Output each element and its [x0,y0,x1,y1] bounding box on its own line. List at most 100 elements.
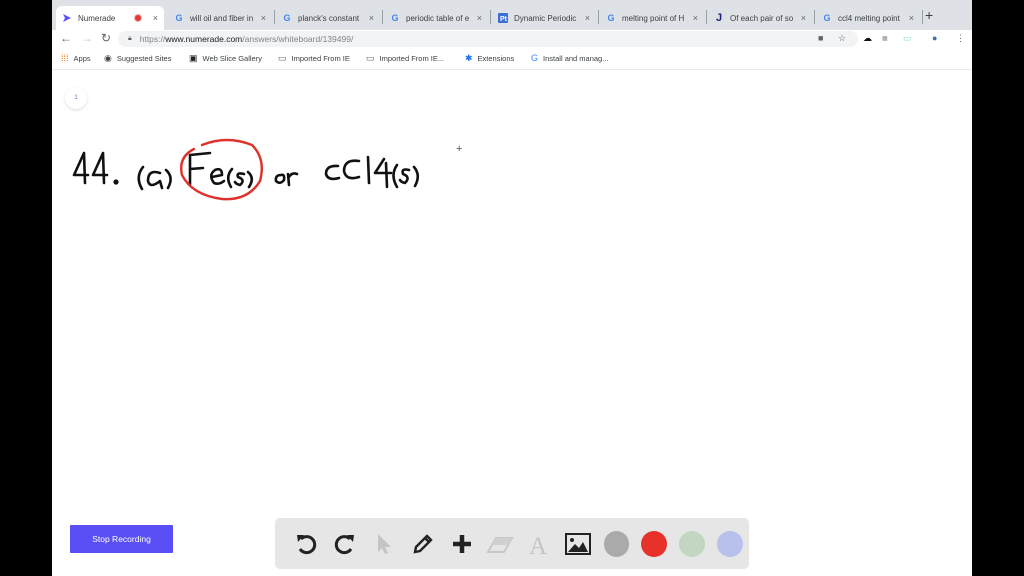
tab-title: Numerade [78,13,116,23]
close-icon[interactable]: × [477,13,482,23]
color-swatch-green[interactable] [679,530,706,557]
tab-numerade[interactable]: Numerade × [56,6,164,30]
tab-each-pair[interactable]: J Of each pair of so × [708,6,812,30]
reload-button[interactable]: ↻ [101,31,111,45]
avatar[interactable]: ● [932,33,937,43]
tab-title: ccl4 melting point [838,13,900,23]
close-icon[interactable]: × [693,13,698,23]
j-icon: J [715,12,723,24]
image-tool[interactable] [559,524,598,564]
url-host: www.numerade.com [165,34,243,44]
undo-icon [297,534,317,554]
google-icon: G [531,53,539,63]
bookmark-web-slice[interactable]: ▣ Web Slice Gallery [189,53,262,64]
close-icon[interactable]: × [261,13,266,23]
bookmark-label: Apps [73,53,91,63]
tab-planck[interactable]: G planck's constant × [276,6,380,30]
tab-title: Dynamic Periodic [514,13,577,23]
tab-title: planck's constant [298,13,360,23]
color-swatch-gray[interactable] [603,530,630,557]
google-icon: G [823,13,831,23]
puzzle-icon: ✱ [465,53,473,63]
bookmark-imported-ie[interactable]: ▭ Imported From IE [278,53,350,64]
folder-icon: ▭ [278,53,287,63]
tab-title: Of each pair of so [730,13,794,23]
ptable-icon: Pt [498,13,508,23]
star-icon[interactable]: ☆ [838,33,846,44]
cloud-extension-icon[interactable]: ☁ [863,33,872,44]
tab-separator [274,10,275,24]
text-tool[interactable]: A [520,524,559,564]
tab-periodic-table[interactable]: G periodic table of e × [384,6,488,30]
redo-button[interactable] [326,524,365,564]
color-swatch-blue[interactable] [717,530,743,557]
color-swatch-red[interactable] [641,530,668,557]
recording-indicator-icon [133,14,142,22]
svg-text:A: A [529,533,547,556]
tab-ccl4-melting[interactable]: G ccl4 melting point × [816,6,920,30]
extension-icon[interactable]: ▦ [882,35,888,42]
svg-text:Pt: Pt [500,16,508,23]
tab-separator [706,10,707,24]
cast-icon[interactable]: ▭ [903,33,912,44]
close-icon[interactable]: × [909,13,914,23]
browser-toolbar: ← → ↻ 🔒︎ https:// www.numerade.com /answ… [52,30,972,48]
drawing-toolbar: A [275,518,749,569]
browser-window: Numerade × G will oil and fiber in × G p… [52,0,972,576]
tab-title: will oil and fiber in [190,13,254,23]
web-slice-icon: ▣ [189,53,198,63]
bookmark-extensions[interactable]: ✱ Extensions [465,53,514,64]
url-scheme: https:// [139,34,166,44]
tab-title: melting point of H [622,13,685,23]
close-icon[interactable]: × [801,13,806,23]
apps-grid-icon: ⁞⁞⁞ [61,53,69,63]
google-icon: G [283,13,291,23]
tab-melting-point[interactable]: G melting point of H × [600,6,704,30]
new-tab-button[interactable]: + [925,7,933,23]
folder-icon: ▭ [366,53,375,63]
close-icon[interactable]: × [585,13,590,23]
tab-strip: Numerade × G will oil and fiber in × G p… [52,0,972,30]
bookmarks-bar: ⁞⁞⁞ Apps ◉ Suggested Sites ▣ Web Slice G… [52,48,972,70]
image-icon [565,532,592,555]
camera-icon[interactable]: ■ [818,33,823,43]
bookmark-apps[interactable]: ⁞⁞⁞ Apps [61,53,91,63]
tab-separator [382,10,383,24]
google-icon: G [391,13,399,23]
bookmark-label: Web Slice Gallery [202,54,262,63]
bookmark-label: Extensions [477,54,515,63]
bookmark-label: Imported From IE [291,54,350,63]
close-icon[interactable]: × [153,13,158,23]
bookmark-imported-ie-2[interactable]: ▭ Imported From IE... [366,53,444,64]
tab-separator [814,10,815,24]
address-bar[interactable]: 🔒︎ https:// www.numerade.com /answers/wh… [118,31,858,47]
google-icon: G [607,13,615,23]
tab-separator [490,10,491,24]
eraser-icon [486,536,515,553]
tab-will-oil[interactable]: G will oil and fiber in × [168,6,272,30]
bookmark-install-manage[interactable]: G Install and manag... [531,53,608,63]
tab-dynamic-periodic[interactable]: Pt Dynamic Periodic × [492,6,596,30]
bookmark-suggested-sites[interactable]: ◉ Suggested Sites [104,53,171,64]
forward-button[interactable]: → [81,31,93,45]
google-icon: G [175,13,183,23]
bookmark-label: Suggested Sites [116,54,172,63]
globe-icon: ◉ [104,53,112,63]
select-tool[interactable] [365,524,404,564]
back-button[interactable]: ← [60,31,72,45]
text-icon: A [529,533,547,556]
pen-tool[interactable] [403,524,442,564]
tab-separator [598,10,599,24]
eraser-tool[interactable] [481,524,520,564]
tab-separator [922,10,923,24]
url-path: /answers/whiteboard/139499/ [242,34,354,44]
cursor-crosshair-icon: + [456,143,463,155]
stop-recording-button[interactable]: Stop Recording [70,525,173,553]
add-tool[interactable] [442,524,481,564]
undo-button[interactable] [287,524,326,564]
numerade-logo-icon [62,13,72,23]
close-icon[interactable]: × [369,13,374,23]
tab-title: periodic table of e [406,13,470,23]
menu-icon[interactable]: ⋮ [956,33,965,44]
whiteboard-canvas[interactable]: 1 + Stop Recording A [52,71,972,576]
